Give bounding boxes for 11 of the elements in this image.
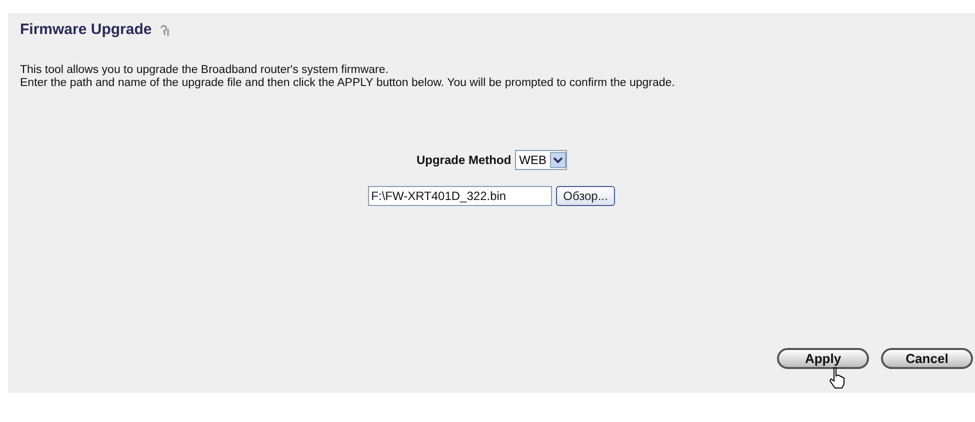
field-label: Upgrade Method [416,153,512,167]
browse-button[interactable]: Обзор... [556,186,615,206]
apply-button[interactable]: Apply [777,348,869,369]
description-text: This tool allows you to upgrade the Broadband router's system firmware. [20,64,390,77]
page-title: Firmware Upgrade [20,21,152,38]
hand-cursor-icon [829,367,845,389]
dropdown-icon [550,152,566,168]
description-text: Enter the path and name of the upgrade file and then click the APPLY button below. You will be prompted to confirm the upgrade. [20,77,676,90]
file-path-field[interactable]: F:\FW-XRT401D_322.bin [368,186,552,206]
method-select[interactable]: WEB [515,150,566,170]
cancel-button[interactable]: Cancel [881,348,973,369]
